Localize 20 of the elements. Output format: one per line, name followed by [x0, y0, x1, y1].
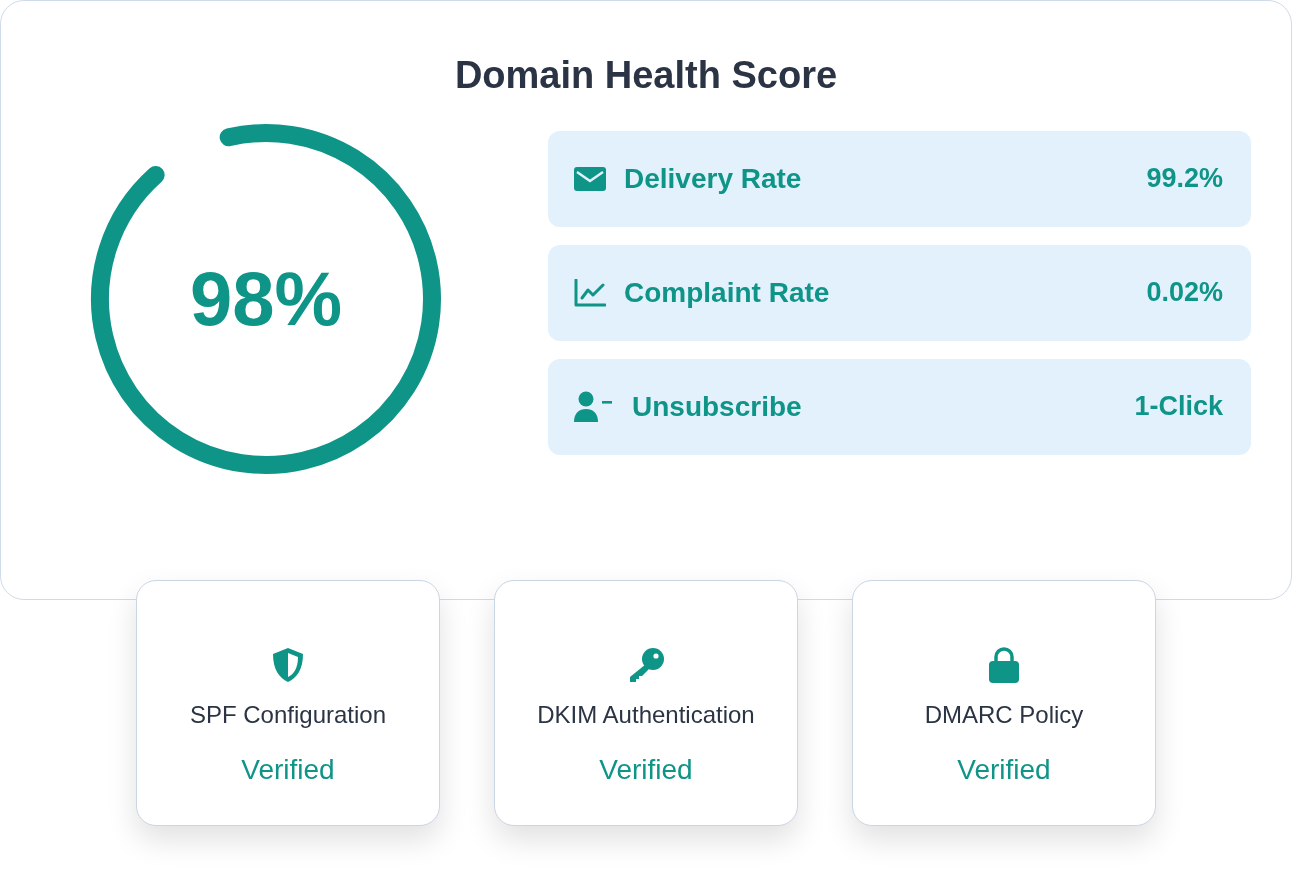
score-value: 98%	[189, 254, 343, 343]
check-label: DKIM Authentication	[537, 700, 755, 730]
metric-label: Unsubscribe	[632, 389, 802, 424]
card-title: Domain Health Score	[453, 53, 839, 98]
metric-label: Complaint Rate	[624, 275, 830, 310]
padlock-icon	[988, 647, 1020, 683]
key-icon	[627, 647, 665, 683]
metric-label: Delivery Rate	[624, 161, 802, 196]
check-label: DMARC Policy	[924, 700, 1084, 730]
shield-icon	[271, 647, 305, 683]
check-status: Verified	[957, 753, 1051, 787]
metric-value: 1-Click	[1134, 390, 1223, 424]
check-status: Verified	[241, 753, 335, 787]
check-status: Verified	[599, 753, 693, 787]
check-label: SPF Configuration	[189, 700, 387, 730]
metric-value: 99.2%	[1146, 162, 1223, 196]
user-minus-icon	[574, 390, 614, 423]
envelope-icon	[574, 166, 606, 191]
line-chart-icon	[574, 278, 606, 307]
metric-value: 0.02%	[1146, 276, 1223, 310]
